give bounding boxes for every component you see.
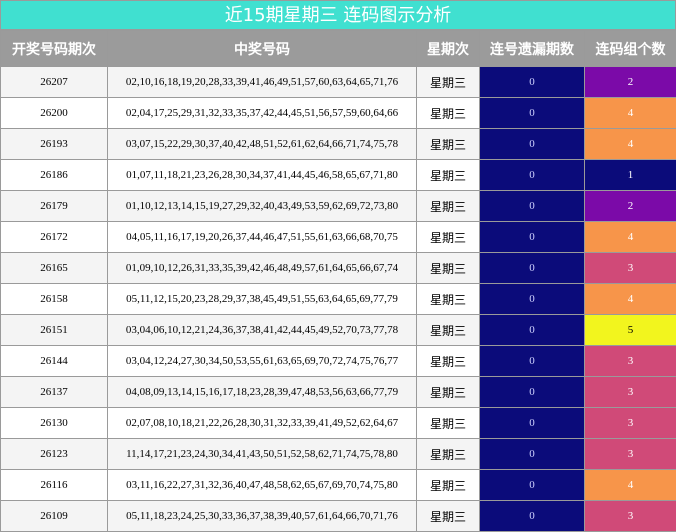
issue-cell: 26172 <box>0 221 108 253</box>
groups-cell: 3 <box>584 500 676 532</box>
weekday-cell: 星期三 <box>416 221 480 253</box>
issue-cell: 26165 <box>0 252 108 284</box>
issue-cell: 26207 <box>0 66 108 98</box>
table-row: 26144 03,04,12,24,27,30,34,50,53,55,61,63… <box>0 345 676 377</box>
table-row: 26193 03,07,15,22,29,30,37,40,42,48,51,52… <box>0 128 676 160</box>
miss-cell: 0 <box>479 159 585 191</box>
weekday-cell: 星期三 <box>416 66 480 98</box>
weekday-cell: 星期三 <box>416 97 480 129</box>
groups-cell: 4 <box>584 128 676 160</box>
header-groups: 连码组个数 <box>584 30 676 67</box>
groups-cell: 3 <box>584 407 676 439</box>
groups-cell: 3 <box>584 438 676 470</box>
table-row: 26200 02,04,17,25,29,31,32,33,35,37,42,44… <box>0 97 676 129</box>
miss-cell: 0 <box>479 407 585 439</box>
miss-cell: 0 <box>479 345 585 377</box>
groups-cell: 1 <box>584 159 676 191</box>
weekday-cell: 星期三 <box>416 190 480 222</box>
numbers-cell: 05,11,18,23,24,25,30,33,36,37,38,39,40,5… <box>107 500 417 532</box>
groups-cell: 5 <box>584 314 676 346</box>
miss-cell: 0 <box>479 469 585 501</box>
table-row: 26137 04,08,09,13,14,15,16,17,18,23,28,39… <box>0 376 676 408</box>
numbers-cell: 03,11,16,22,27,31,32,36,40,47,48,58,62,6… <box>107 469 417 501</box>
issue-cell: 26123 <box>0 438 108 470</box>
numbers-cell: 03,07,15,22,29,30,37,40,42,48,51,52,61,6… <box>107 128 417 160</box>
issue-cell: 26116 <box>0 469 108 501</box>
numbers-cell: 01,10,12,13,14,15,19,27,29,32,40,43,49,5… <box>107 190 417 222</box>
groups-cell: 2 <box>584 66 676 98</box>
numbers-cell: 11,14,17,21,23,24,30,34,41,43,50,51,52,5… <box>107 438 417 470</box>
groups-cell: 4 <box>584 97 676 129</box>
weekday-cell: 星期三 <box>416 314 480 346</box>
issue-cell: 26200 <box>0 97 108 129</box>
miss-cell: 0 <box>479 252 585 284</box>
weekday-cell: 星期三 <box>416 407 480 439</box>
table-row: 26165 01,09,10,12,26,31,33,35,39,42,46,48… <box>0 252 676 284</box>
numbers-cell: 04,05,11,16,17,19,20,26,37,44,46,47,51,5… <box>107 221 417 253</box>
miss-cell: 0 <box>479 376 585 408</box>
groups-cell: 4 <box>584 221 676 253</box>
issue-cell: 26186 <box>0 159 108 191</box>
groups-cell: 4 <box>584 469 676 501</box>
header-weekday: 星期次 <box>416 30 480 67</box>
numbers-cell: 01,09,10,12,26,31,33,35,39,42,46,48,49,5… <box>107 252 417 284</box>
table-row: 26186 01,07,11,18,21,23,26,28,30,34,37,41… <box>0 159 676 191</box>
miss-cell: 0 <box>479 500 585 532</box>
groups-cell: 3 <box>584 376 676 408</box>
numbers-cell: 01,07,11,18,21,23,26,28,30,34,37,41,44,4… <box>107 159 417 191</box>
miss-cell: 0 <box>479 438 585 470</box>
miss-cell: 0 <box>479 283 585 315</box>
table-row: 26151 03,04,06,10,12,21,24,36,37,38,41,42… <box>0 314 676 346</box>
table-row: 26123 11,14,17,21,23,24,30,34,41,43,50,51… <box>0 438 676 470</box>
table-row: 26172 04,05,11,16,17,19,20,26,37,44,46,47… <box>0 221 676 253</box>
miss-cell: 0 <box>479 221 585 253</box>
miss-cell: 0 <box>479 97 585 129</box>
numbers-cell: 05,11,12,15,20,23,28,29,37,38,45,49,51,5… <box>107 283 417 315</box>
numbers-cell: 03,04,12,24,27,30,34,50,53,55,61,63,65,6… <box>107 345 417 377</box>
issue-cell: 26137 <box>0 376 108 408</box>
issue-cell: 26130 <box>0 407 108 439</box>
issue-cell: 26151 <box>0 314 108 346</box>
miss-cell: 0 <box>479 314 585 346</box>
numbers-cell: 02,07,08,10,18,21,22,26,28,30,31,32,33,3… <box>107 407 417 439</box>
issue-cell: 26158 <box>0 283 108 315</box>
lottery-table: 开奖号码期次 中奖号码 星期次 连号遗漏期数 连码组个数 26207 02,10,… <box>0 30 676 532</box>
groups-cell: 3 <box>584 252 676 284</box>
weekday-cell: 星期三 <box>416 500 480 532</box>
weekday-cell: 星期三 <box>416 469 480 501</box>
table-row: 26130 02,07,08,10,18,21,22,26,28,30,31,32… <box>0 407 676 439</box>
table-body: 26207 02,10,16,18,19,20,28,33,39,41,46,49… <box>0 66 676 532</box>
table-row: 26116 03,11,16,22,27,31,32,36,40,47,48,58… <box>0 469 676 501</box>
table-row: 26207 02,10,16,18,19,20,28,33,39,41,46,49… <box>0 66 676 98</box>
header-miss: 连号遗漏期数 <box>479 30 585 67</box>
numbers-cell: 04,08,09,13,14,15,16,17,18,23,28,39,47,4… <box>107 376 417 408</box>
weekday-cell: 星期三 <box>416 376 480 408</box>
numbers-cell: 02,10,16,18,19,20,28,33,39,41,46,49,51,5… <box>107 66 417 98</box>
table-row: 26179 01,10,12,13,14,15,19,27,29,32,40,43… <box>0 190 676 222</box>
issue-cell: 26179 <box>0 190 108 222</box>
weekday-cell: 星期三 <box>416 159 480 191</box>
numbers-cell: 03,04,06,10,12,21,24,36,37,38,41,42,44,4… <box>107 314 417 346</box>
issue-cell: 26193 <box>0 128 108 160</box>
table-header-row: 开奖号码期次 中奖号码 星期次 连号遗漏期数 连码组个数 <box>0 30 676 67</box>
weekday-cell: 星期三 <box>416 283 480 315</box>
table-row: 26109 05,11,18,23,24,25,30,33,36,37,38,39… <box>0 500 676 532</box>
groups-cell: 2 <box>584 190 676 222</box>
miss-cell: 0 <box>479 190 585 222</box>
weekday-cell: 星期三 <box>416 128 480 160</box>
table-row: 26158 05,11,12,15,20,23,28,29,37,38,45,49… <box>0 283 676 315</box>
miss-cell: 0 <box>479 66 585 98</box>
header-numbers: 中奖号码 <box>107 30 417 67</box>
page-title: 近15期星期三 连码图示分析 <box>0 0 676 30</box>
weekday-cell: 星期三 <box>416 252 480 284</box>
groups-cell: 3 <box>584 345 676 377</box>
numbers-cell: 02,04,17,25,29,31,32,33,35,37,42,44,45,5… <box>107 97 417 129</box>
groups-cell: 4 <box>584 283 676 315</box>
header-issue: 开奖号码期次 <box>0 30 108 67</box>
issue-cell: 26109 <box>0 500 108 532</box>
issue-cell: 26144 <box>0 345 108 377</box>
weekday-cell: 星期三 <box>416 345 480 377</box>
weekday-cell: 星期三 <box>416 438 480 470</box>
miss-cell: 0 <box>479 128 585 160</box>
